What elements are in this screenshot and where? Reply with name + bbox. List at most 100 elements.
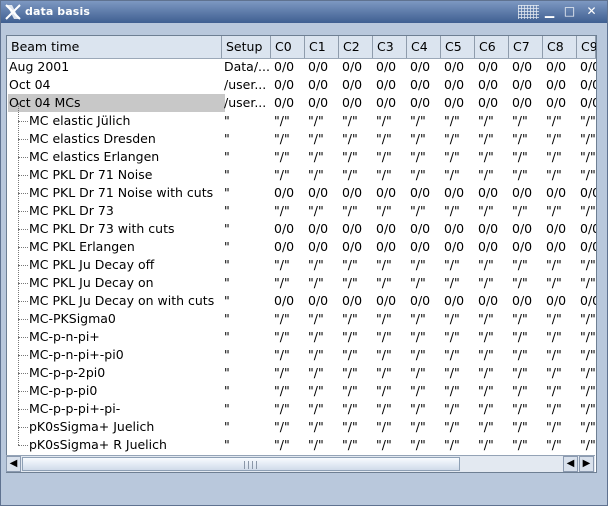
table-row[interactable]: MC PKL Dr 71 Noise with cuts " 0/0 0/0 0/0 0/…	[7, 175, 596, 202]
tree-vertical-line	[18, 355, 19, 373]
column-header-c7[interactable]: C7	[509, 36, 543, 58]
column-header-setup[interactable]: Setup	[222, 36, 271, 58]
table-row[interactable]: Oct 04 MCs/user... 0/0 0/0 0/0 0/0 0/0 0/0 0/0 0…	[7, 94, 596, 112]
column-header-c0[interactable]: C0	[271, 36, 305, 58]
table-row[interactable]: Oct 04/user... 0/0 0/0 0/0 0/0 0/0 0/0 0/0 0/0 0/…	[7, 76, 596, 94]
column-header-beam-time[interactable]: Beam time	[7, 36, 222, 58]
value-cell-c5: 0/0	[444, 239, 465, 254]
beam-time-cell: MC PKL Ju Decay on	[29, 275, 154, 290]
data-table[interactable]: Beam time Setup C0 C1 C2 C3 C4 C5 C6 C7 C8 C9 Aug 2…	[6, 35, 597, 473]
tree-horizontal-line	[18, 193, 28, 194]
table-row[interactable]: MC-p-n-pi+ " "/" "/" "/" "/" "/" "/" "/" "/" "/" "/…	[7, 319, 596, 346]
value-cell-c3: "/"	[376, 329, 392, 344]
scroll-thumb[interactable]	[22, 457, 460, 471]
value-cell-c2: "/"	[342, 347, 358, 362]
table-row[interactable]: MC-p-p-pi0 " "/" "/" "/" "/" "/" "/" "/" "/" "/" "/…	[7, 373, 596, 400]
table-row[interactable]: MC PKL Erlangen " 0/0 0/0 0/0 0/0 0/0 0/0 0/0 0/0…	[7, 229, 596, 256]
table-row[interactable]: MC-p-p-pi+-pi- " "/" "/" "/" "/" "/" "/" "/" "/" "…	[7, 391, 596, 418]
beam-time-cell: pK0sSigma+ Juelich	[29, 419, 155, 434]
value-cell-c6: "/"	[478, 401, 494, 416]
value-cell-c7: "/"	[512, 347, 528, 362]
column-header-c3[interactable]: C3	[373, 36, 407, 58]
value-cell-c1: "/"	[308, 419, 324, 434]
value-cell-c0: 0/0	[274, 293, 295, 308]
table-row[interactable]: MC PKL Dr 73 with cuts " 0/0 0/0 0/0 0/0 0/0 0/…	[7, 211, 596, 238]
table-row[interactable]: MC elastic Jülich " "/" "/" "/" "/" "/" "/" "/" "…	[7, 103, 596, 130]
scroll-right-button[interactable]: ◀	[563, 456, 578, 472]
tree-vertical-line	[18, 247, 19, 265]
table-rows[interactable]: Aug 2001 Data/... 0/0 0/0 0/0 0/0 0/0 0/0 0/0 0/0…	[7, 58, 596, 454]
value-cell-c7: "/"	[512, 203, 528, 218]
value-cell-c3: "/"	[376, 149, 392, 164]
value-cell-c7: 0/0	[512, 221, 533, 236]
value-cell-c6: "/"	[478, 203, 494, 218]
value-cell-c1: "/"	[308, 113, 324, 128]
setup-cell: "	[224, 293, 230, 308]
minimize-button[interactable]: ▁	[541, 4, 558, 19]
value-cell-c7: "/"	[512, 437, 528, 452]
scroll-left-button[interactable]: ◀	[6, 456, 21, 472]
value-cell-c5: 0/0	[444, 293, 465, 308]
value-cell-c9: 0/0	[580, 239, 596, 254]
value-cell-c4: 0/0	[410, 77, 431, 92]
value-cell-c3: 0/0	[376, 239, 397, 254]
value-cell-c1: 0/0	[308, 221, 329, 236]
value-cell-c0: "/"	[274, 149, 290, 164]
value-cell-c2: 0/0	[342, 95, 363, 110]
value-cell-c9: 0/0	[580, 221, 596, 236]
beam-time-cell: Oct 04	[9, 77, 51, 92]
table-row[interactable]: MC elastics Dresden " "/" "/" "/" "/" "/" "/" "/…	[7, 121, 596, 148]
tree-horizontal-line	[18, 355, 28, 356]
tree-horizontal-line	[18, 337, 28, 338]
table-row[interactable]: pK0sSigma+ Juelich " "/" "/" "/" "/" "/" "/" "/"…	[7, 409, 596, 436]
title-bar[interactable]: data basis ▁ □ ✕	[1, 1, 607, 23]
value-cell-c3: "/"	[376, 311, 392, 326]
value-cell-c9: 0/0	[580, 293, 596, 308]
horizontal-scrollbar[interactable]: ◀ ◀ ▶	[6, 455, 595, 472]
value-cell-c9: 0/0	[580, 77, 596, 92]
value-cell-c6: "/"	[478, 149, 494, 164]
column-header-c5[interactable]: C5	[441, 36, 475, 58]
column-header-c9[interactable]: C9	[577, 36, 596, 58]
setup-cell: "	[224, 131, 230, 146]
setup-cell: "	[224, 167, 230, 182]
table-row[interactable]: MC PKL Dr 73 " "/" "/" "/" "/" "/" "/" "/" "/" "/"…	[7, 193, 596, 220]
close-button[interactable]: ✕	[583, 4, 600, 19]
table-row[interactable]: Aug 2001 Data/... 0/0 0/0 0/0 0/0 0/0 0/0 0/0 0/0…	[7, 58, 596, 76]
value-cell-c0: "/"	[274, 437, 290, 452]
maximize-button[interactable]: □	[561, 4, 578, 19]
table-row[interactable]: pK0sSigma+ R Juelich " "/" "/" "/" "/" "/" "/" "…	[7, 427, 596, 454]
value-cell-c9: 0/0	[580, 185, 596, 200]
table-row[interactable]: MC-p-p-2pi0 " "/" "/" "/" "/" "/" "/" "/" "/" "/" "…	[7, 355, 596, 382]
value-cell-c7: 0/0	[512, 239, 533, 254]
value-cell-c3: 0/0	[376, 77, 397, 92]
column-header-c8[interactable]: C8	[543, 36, 577, 58]
table-row[interactable]: MC elastics Erlangen " "/" "/" "/" "/" "/" "/" "…	[7, 139, 596, 166]
value-cell-c9: "/"	[580, 329, 596, 344]
table-row[interactable]: MC PKL Ju Decay on with cuts " 0/0 0/0 0/0 0/…	[7, 283, 596, 310]
scroll-end-button[interactable]: ▶	[579, 456, 594, 472]
value-cell-c8: "/"	[546, 149, 562, 164]
value-cell-c6: 0/0	[478, 59, 499, 74]
setup-cell: "	[224, 437, 230, 452]
value-cell-c5: 0/0	[444, 59, 465, 74]
column-header-c6[interactable]: C6	[475, 36, 509, 58]
value-cell-c4: "/"	[410, 383, 426, 398]
column-header-c1[interactable]: C1	[305, 36, 339, 58]
value-cell-c1: 0/0	[308, 77, 329, 92]
scroll-grip-icon	[244, 461, 258, 469]
title-pattern-icon	[518, 5, 539, 19]
column-header-c2[interactable]: C2	[339, 36, 373, 58]
value-cell-c2: 0/0	[342, 59, 363, 74]
table-row[interactable]: MC PKL Ju Decay on " "/" "/" "/" "/" "/" "/" "/"…	[7, 265, 596, 292]
value-cell-c7: "/"	[512, 329, 528, 344]
column-header-c4[interactable]: C4	[407, 36, 441, 58]
table-row[interactable]: MC PKL Dr 71 Noise " "/" "/" "/" "/" "/" "/" "/"…	[7, 157, 596, 184]
table-row[interactable]: MC PKL Ju Decay off " "/" "/" "/" "/" "/" "/" "/…	[7, 247, 596, 274]
table-row[interactable]: MC-PKSigma0 " "/" "/" "/" "/" "/" "/" "/" "/" "/" "…	[7, 301, 596, 328]
value-cell-c9: "/"	[580, 131, 596, 146]
value-cell-c4: "/"	[410, 167, 426, 182]
value-cell-c3: "/"	[376, 113, 392, 128]
value-cell-c9: 0/0	[580, 59, 596, 74]
table-row[interactable]: MC-p-n-pi+-pi0 " "/" "/" "/" "/" "/" "/" "/" "/" "…	[7, 337, 596, 364]
